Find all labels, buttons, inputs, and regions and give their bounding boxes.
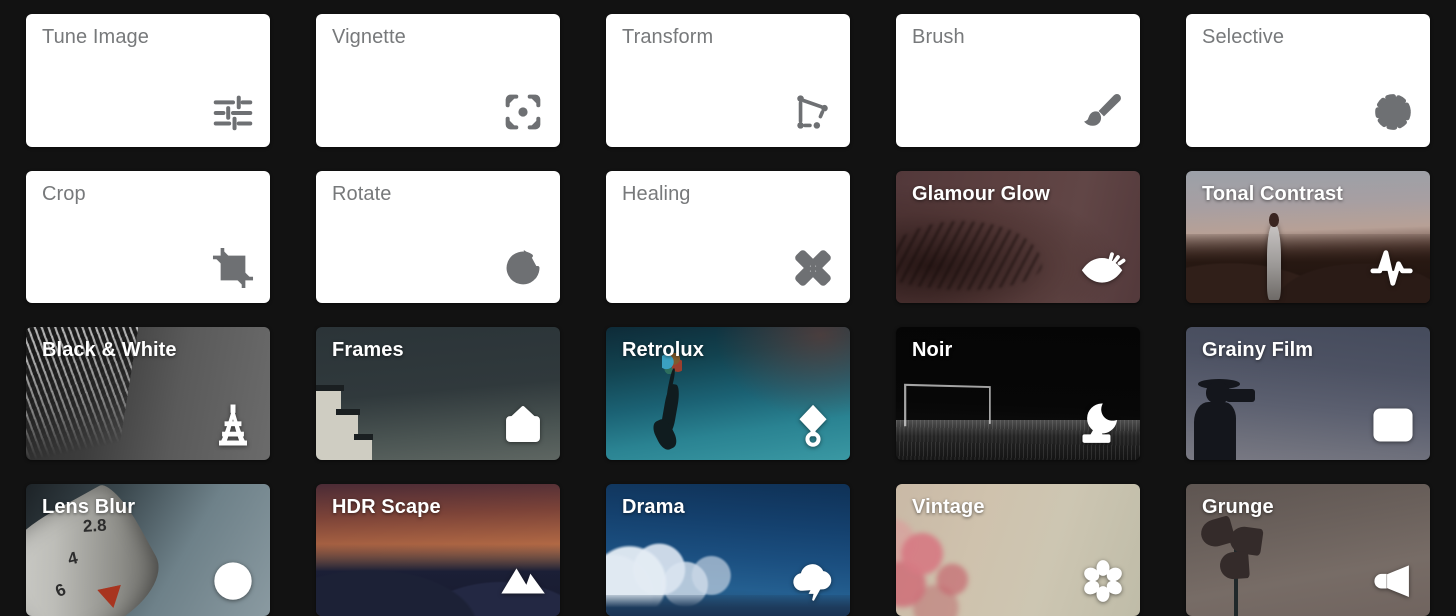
card-label: Vignette <box>332 26 406 48</box>
card-label: Healing <box>622 182 691 205</box>
card-label: Vintage <box>912 495 985 518</box>
selective-dot-icon <box>1370 89 1416 135</box>
grain-dots-icon <box>1370 402 1416 448</box>
kite-icon <box>790 402 836 448</box>
tool-card[interactable]: Tonal Contrast <box>1186 170 1430 303</box>
crescent-moon-icon <box>1080 402 1126 448</box>
tool-card[interactable]: Crop <box>26 170 270 303</box>
tool-card[interactable]: HDR Scape <box>316 483 560 616</box>
picture-frame-icon <box>500 402 546 448</box>
card-label: Crop <box>42 182 86 205</box>
tool-card[interactable]: Rotate <box>316 170 560 303</box>
tool-card[interactable]: Drama <box>606 483 850 616</box>
megaphone-icon <box>1370 558 1416 604</box>
tool-card[interactable]: Black & White <box>26 327 270 460</box>
bandage-cross-icon <box>790 245 836 291</box>
tool-card[interactable]: Vintage <box>896 483 1140 616</box>
tool-card[interactable]: 2.8 4 6 Lens Blur <box>26 483 270 616</box>
card-label: Glamour Glow <box>912 182 1050 205</box>
transform-nodes-icon <box>790 89 836 135</box>
card-label: HDR Scape <box>332 495 441 518</box>
card-label: Lens Blur <box>42 495 136 518</box>
storm-cloud-icon <box>790 558 836 604</box>
card-label: Selective <box>1202 26 1285 48</box>
vignette-focus-icon <box>500 89 546 135</box>
card-label: Black & White <box>42 339 177 361</box>
tool-card[interactable]: Grunge <box>1186 483 1430 616</box>
waveform-pulse-icon <box>1370 245 1416 291</box>
card-label: Rotate <box>332 182 392 205</box>
card-label: Frames <box>332 339 404 361</box>
flower-icon <box>1080 558 1126 604</box>
card-label: Retrolux <box>622 339 704 361</box>
tool-card[interactable]: Noir <box>896 327 1140 460</box>
tool-card[interactable]: Tune Image <box>26 14 270 147</box>
paintbrush-icon <box>1080 89 1126 135</box>
sliders-icon <box>210 89 256 135</box>
card-label: Tonal Contrast <box>1202 182 1344 205</box>
tool-card[interactable]: Grainy Film <box>1186 327 1430 460</box>
rotate-clockwise-icon <box>500 245 546 291</box>
card-label: Brush <box>912 26 965 48</box>
tools-grid: Tune Image Vignette Transform Brush Selectiv… <box>0 0 1456 616</box>
tool-card[interactable]: Glamour Glow <box>896 170 1140 303</box>
card-label: Grunge <box>1202 495 1274 518</box>
tool-card[interactable]: Selective <box>1186 14 1430 147</box>
card-label: Drama <box>622 495 685 518</box>
tool-card[interactable]: Vignette <box>316 14 560 147</box>
crop-icon <box>210 245 256 291</box>
tool-card[interactable]: Transform <box>606 14 850 147</box>
card-label: Tune Image <box>42 26 149 48</box>
eiffel-tower-icon <box>210 402 256 448</box>
eye-icon <box>1080 245 1126 291</box>
tool-card[interactable]: Brush <box>896 14 1140 147</box>
card-label: Transform <box>622 26 714 48</box>
mountains-icon <box>500 558 546 604</box>
card-label: Grainy Film <box>1202 339 1314 361</box>
aperture-circle-icon <box>210 558 256 604</box>
card-label: Noir <box>912 339 953 361</box>
tool-card[interactable]: Healing <box>606 170 850 303</box>
tool-card[interactable]: Retrolux <box>606 327 850 460</box>
tool-card[interactable]: Frames <box>316 327 560 460</box>
